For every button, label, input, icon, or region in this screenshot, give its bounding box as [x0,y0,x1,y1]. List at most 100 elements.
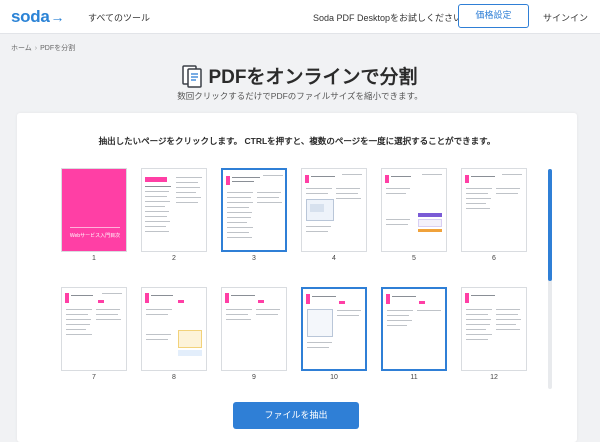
text-line [392,296,416,297]
text-line [466,188,492,189]
text-line [387,325,407,326]
pink-tag [98,300,104,303]
text-line [227,207,249,208]
all-tools-menu[interactable]: すべてのツール [88,11,150,24]
page-thumbnail-3[interactable] [221,168,287,252]
page-thumbnail-8[interactable] [141,287,207,371]
text-line [66,324,90,325]
text-line [306,188,332,189]
text-line [387,315,409,316]
page-number: 1 [92,255,96,262]
text-line [337,310,361,311]
page-thumbnail-7[interactable] [61,287,127,371]
split-pdf-icon [182,64,203,88]
soda-logo[interactable]: soda→ [11,7,64,27]
page-number: 4 [332,255,336,262]
text-line [466,339,488,340]
text-line [466,208,490,209]
figure-table [178,330,202,348]
page-title: PDFをオンラインで分割 [208,67,418,88]
text-line [66,334,92,335]
page-thumbnail-2[interactable] [141,168,207,252]
page-number: 10 [330,374,338,381]
figure-bar-purple [418,213,442,217]
page-number: 11 [410,374,418,381]
text-line [466,198,491,199]
text-line [256,314,278,315]
text-line [263,175,283,176]
text-line [387,320,412,321]
figure-bar-orange [418,229,442,232]
page-heading-bar [145,177,167,182]
top-nav-bar: soda→ すべてのツール Soda PDF Desktopをお試しください 価… [0,0,600,34]
try-desktop-link[interactable]: Soda PDF Desktopをお試しください [313,11,462,24]
page-thumbnail-10[interactable] [301,287,367,371]
text-line [176,197,201,198]
text-line [256,309,280,310]
text-line [226,309,252,310]
figure-row [178,350,202,356]
page-number: 6 [492,255,496,262]
text-line [306,193,328,194]
extract-file-button[interactable]: ファイルを抽出 [233,402,359,429]
text-line [145,196,167,197]
page-thumbnail-12[interactable] [461,287,527,371]
text-line [311,176,335,177]
text-line [496,309,520,310]
text-line [471,295,495,296]
signin-link[interactable]: サインイン [543,11,588,24]
text-line [391,176,411,177]
text-line [496,319,521,320]
text-line [145,206,165,207]
text-line [145,221,170,222]
text-line [66,309,92,310]
text-line [227,192,253,193]
cover-title: Webサービス入門目次 [69,233,121,239]
page-subtitle: 数回クリックするだけでPDFのファイルサイズを縮小できます。 [177,91,423,101]
page-thumbnail-1[interactable]: Webサービス入門目次 [61,168,127,252]
figure-panel [418,219,442,227]
text-line [466,203,486,204]
text-line [102,293,122,294]
text-line [66,329,86,330]
text-line [145,186,171,187]
text-line [146,309,172,310]
text-line [227,197,251,198]
text-line [257,202,282,203]
breadcrumb-home[interactable]: ホーム [11,45,32,52]
page-number: 3 [252,255,256,262]
text-line [176,202,198,203]
page-thumbnail-9[interactable] [221,287,287,371]
page-heading-bar [385,175,389,183]
text-line [422,174,442,175]
page-thumbnail-6[interactable] [461,168,527,252]
page-thumbnail-4[interactable] [301,168,367,252]
instruction-text: 抽出したいページをクリックします。 CTRLを押すと、複数のページを一度に選択す… [98,136,496,146]
page-selection-panel: 抽出したいページをクリックします。 CTRLを押すと、複数のページを一度に選択す… [17,113,577,442]
text-line [226,319,251,320]
text-line [307,347,329,348]
text-line [227,202,253,203]
page-number: 7 [92,374,96,381]
screenshot-figure [307,309,333,337]
pricing-button[interactable]: 価格設定 [458,4,529,28]
scrollbar-thumb[interactable] [548,169,552,281]
page-thumbnail-11[interactable] [381,287,447,371]
text-line [466,324,490,325]
text-line [306,226,331,227]
text-line [496,193,518,194]
page-thumbnail-5[interactable] [381,168,447,252]
thumbnail-scrollbar[interactable] [548,169,552,389]
figure-inset [310,204,324,212]
text-line [471,176,495,177]
text-line [176,192,196,193]
text-line [496,188,520,189]
page-heading-bar [306,294,310,304]
text-line [496,314,518,315]
page-heading-bar [145,293,149,303]
text-line [257,197,279,198]
text-line [227,227,253,228]
page-heading-bar [305,175,309,183]
text-line [146,339,168,340]
text-line [66,314,88,315]
